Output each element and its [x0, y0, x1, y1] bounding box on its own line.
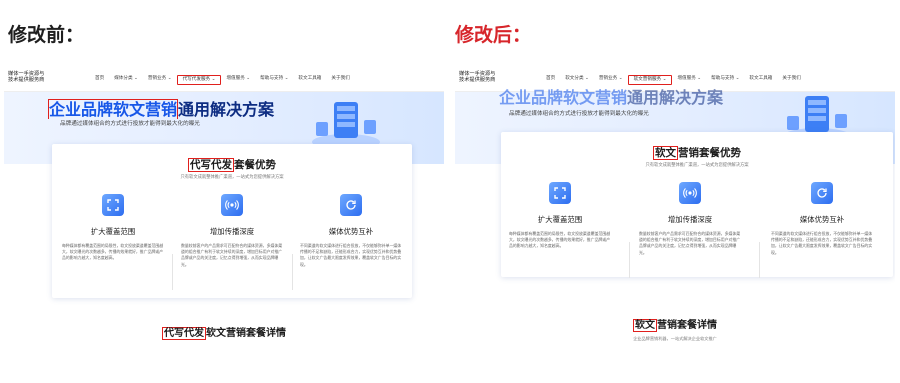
- section-heading-rest: 营销套餐详情: [657, 320, 717, 331]
- menu-item-tools[interactable]: 软文工具箱: [293, 75, 326, 85]
- divider: [629, 242, 630, 278]
- package-detail-heading: 代写代发 软文营销套餐详情: [4, 324, 444, 340]
- card-subtitle: 只有软文成就整体推广渠道，一站式为您提供解决方案: [645, 163, 749, 168]
- hero-title: 企业品牌软文营销通用解决方案: [48, 96, 274, 120]
- feature-desc: 不同渠道的软文媒体进行组合投放，不仅能够弥补单一媒体传播的不足和缺陷，还能形成合…: [771, 231, 873, 255]
- menu-item-marketing[interactable]: 营销业务 ⌄: [143, 75, 177, 85]
- server-illustration: [312, 102, 380, 150]
- card-title-marked: 软文: [653, 146, 678, 160]
- feature-name: 扩大覆盖范围: [537, 215, 583, 224]
- hero-title: 企业品牌软文营销通用解决方案: [499, 84, 723, 108]
- site-logo[interactable]: 媒体一手资源与 技术提供服务商: [8, 71, 56, 83]
- feature-coverage: 扩大覆盖范围 每种媒体都有覆盖范围的局限性，软文投放渠道覆盖范围越大，软文曝光的…: [505, 182, 615, 250]
- section-heading-rest: 软文营销套餐详情: [206, 328, 286, 339]
- before-label: 修改前：: [8, 24, 85, 46]
- feature-desc: 不同渠道的软文媒体进行组合投放，不仅能够弥补单一媒体传播的不足和缺陷，还能形成合…: [300, 243, 402, 267]
- divider: [172, 254, 173, 290]
- top-navbar: 媒体一手资源与 技术提供服务商 首页 媒体分类 ⌄ 营销业务 ⌄ 代写代发服务 …: [4, 66, 444, 92]
- broadcast-icon: [221, 194, 243, 216]
- broadcast-icon: [679, 182, 701, 204]
- divider: [292, 254, 293, 290]
- hero-title-marked: 企业品牌软文营销: [499, 88, 628, 107]
- refresh-icon: [340, 194, 362, 216]
- main-menu: 首页 媒体分类 ⌄ 营销业务 ⌄ 代写代发服务 ⌄ 增值服务 ⌄ 帮助与支持 ⌄…: [90, 75, 355, 85]
- package-detail-subtitle: 企业品牌营销利器，一站式解决企业软文推广: [633, 336, 717, 341]
- hero-title-rest: 通用解决方案: [178, 100, 275, 119]
- divider: [759, 242, 760, 278]
- after-label: 修改后：: [455, 24, 532, 46]
- feature-coverage: 扩大覆盖范围 每种媒体都有覆盖范围的局限性，软文投放渠道覆盖范围越大，软文曝光的…: [58, 194, 168, 262]
- feature-name: 媒体优势互补: [799, 215, 845, 224]
- logo-line2: 技术提供服务商: [8, 77, 45, 83]
- hero-title-marked: 企业品牌软文营销: [48, 99, 179, 119]
- logo-line2: 技术提供服务商: [459, 77, 496, 83]
- feature-name: 增加传播深度: [209, 227, 255, 236]
- after-screenshot: 媒体一手资源与 技术提供服务商 首页 软文分类 ⌄ 营销业务 ⌄ 软文营销服务 …: [455, 66, 895, 383]
- menu-item-value-added[interactable]: 增值服务 ⌄: [221, 75, 255, 85]
- hero-title-rest: 通用解决方案: [627, 88, 724, 107]
- card-title-rest: 营销套餐优势: [678, 147, 741, 159]
- menu-item-service[interactable]: 代写代发服务 ⌄: [176, 75, 222, 85]
- feature-desc: 数量较前客户的产品需求可匹配符合的媒体资源，多媒体渠道的组合推广有利于软文持续的…: [181, 243, 283, 267]
- menu-item-about[interactable]: 关于我们: [326, 75, 354, 85]
- feature-complement: 媒体优势互补 不同渠道的软文媒体进行组合投放，不仅能够弥补单一媒体传播的不足和缺…: [296, 194, 406, 268]
- menu-item-home[interactable]: 首页: [90, 75, 109, 85]
- card-title: 软文 营销套餐优势: [501, 145, 893, 160]
- menu-item-help[interactable]: 帮助与支持 ⌄: [255, 75, 293, 85]
- package-detail-heading: 软文 营销套餐详情: [455, 316, 895, 332]
- hero-subtitle: 品牌通过媒体组合的方式进行投放才能得到最大化的曝光: [509, 111, 649, 117]
- section-heading-marked: 代写代发: [162, 327, 206, 340]
- feature-complement: 媒体优势互补 不同渠道的软文媒体进行组合投放，不仅能够弥补单一媒体传播的不足和缺…: [767, 182, 877, 256]
- advantage-card: 代写代发 套餐优势 只有软文成就整体推广渠道，一站式为您提供解决方案 扩大覆盖范围…: [52, 144, 412, 298]
- before-screenshot: 媒体一手资源与 技术提供服务商 首页 媒体分类 ⌄ 营销业务 ⌄ 代写代发服务 …: [4, 66, 444, 383]
- feature-name: 媒体优势互补: [328, 227, 374, 236]
- feature-desc: 每种媒体都有覆盖范围的局限性，软文投放渠道覆盖范围越大，软文曝光的次数越多，传播…: [62, 243, 164, 261]
- feature-name: 增加传播深度: [667, 215, 713, 224]
- feature-desc: 每种媒体都有覆盖范围的局限性，软文投放渠道覆盖范围越大，软文曝光的次数越多，传播…: [509, 231, 611, 249]
- card-title-rest: 套餐优势: [234, 159, 276, 171]
- feature-name: 扩大覆盖范围: [90, 227, 136, 236]
- feature-depth: 增加传播深度 数量较前客户的产品需求可匹配符合的媒体资源，多媒体渠道的组合推广有…: [177, 194, 287, 268]
- expand-icon: [102, 194, 124, 216]
- feature-depth: 增加传播深度 数量较前客户的产品需求可匹配符合的媒体资源，多媒体渠道的组合推广有…: [635, 182, 745, 256]
- card-title: 代写代发 套餐优势: [52, 157, 412, 172]
- feature-desc: 数量较前客户的产品需求可匹配符合的媒体资源，多媒体渠道的组合推广有利于软文持续的…: [639, 231, 741, 255]
- menu-item-media[interactable]: 媒体分类 ⌄: [109, 75, 143, 85]
- menu-item-tools[interactable]: 软文工具箱: [744, 75, 777, 85]
- advantage-card: 软文 营销套餐优势 只有软文成就整体推广渠道，一站式为您提供解决方案 扩大覆盖范围…: [501, 132, 893, 278]
- menu-item-about[interactable]: 关于我们: [777, 75, 805, 85]
- hero-subtitle: 品牌通过媒体组合的方式进行投放才能得到最大化的曝光: [60, 121, 200, 127]
- site-logo[interactable]: 媒体一手资源与 技术提供服务商: [459, 71, 507, 83]
- card-title-marked: 代写代发: [188, 158, 234, 172]
- card-subtitle: 只有软文成就整体推广渠道，一站式为您提供解决方案: [180, 175, 284, 180]
- refresh-icon: [811, 182, 833, 204]
- section-heading-marked: 软文: [633, 319, 657, 332]
- expand-icon: [549, 182, 571, 204]
